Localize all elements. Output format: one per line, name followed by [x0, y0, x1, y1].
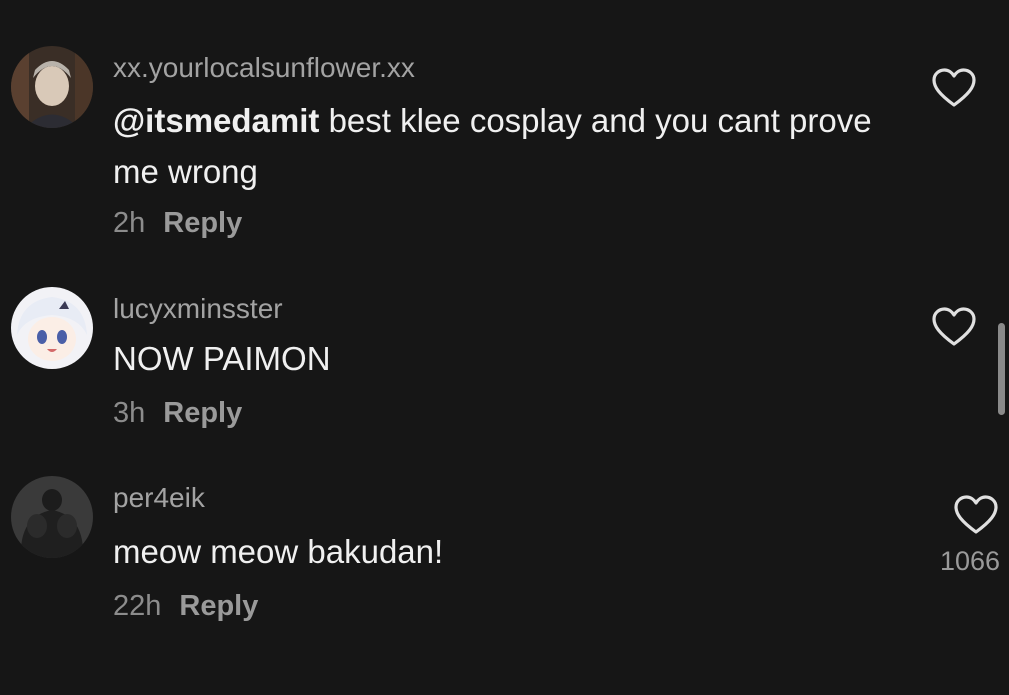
avatar[interactable]	[11, 46, 93, 128]
heart-outline-icon[interactable]	[931, 306, 977, 348]
heart-outline-icon[interactable]	[953, 494, 999, 536]
comment-meta: 3h Reply	[113, 397, 242, 430]
comment-meta: 22h Reply	[113, 590, 258, 623]
comment-username[interactable]: xx.yourlocalsunflower.xx	[113, 52, 415, 84]
comment-username[interactable]: per4eik	[113, 482, 205, 514]
comment-text: @itsmedamit best klee cosplay and you ca…	[113, 95, 913, 197]
reply-button[interactable]: Reply	[163, 207, 242, 239]
comment-username[interactable]: lucyxminsster	[113, 293, 283, 325]
avatar[interactable]	[11, 476, 93, 558]
comment-text: NOW PAIMON	[113, 333, 913, 384]
comment-time: 2h	[113, 207, 146, 239]
reply-button[interactable]: Reply	[163, 397, 242, 429]
like-count: 1066	[940, 546, 1001, 576]
avatar[interactable]	[11, 287, 93, 369]
heart-outline-icon[interactable]	[931, 67, 977, 109]
reply-button[interactable]: Reply	[179, 590, 258, 622]
comment-mention[interactable]: @itsmedamit	[113, 102, 319, 139]
comment-list: xx.yourlocalsunflower.xx @itsmedamit bes…	[0, 0, 1009, 695]
comment-body: NOW PAIMON	[113, 340, 331, 377]
comment-body: meow meow bakudan!	[113, 533, 444, 570]
comment-meta: 2h Reply	[113, 207, 242, 240]
comment-text: meow meow bakudan!	[113, 526, 913, 577]
comment-time: 22h	[113, 590, 162, 622]
scrollbar[interactable]	[998, 323, 1005, 415]
comment-time: 3h	[113, 397, 146, 429]
